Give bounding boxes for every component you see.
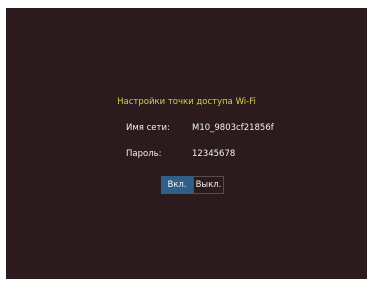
password-value: 12345678 bbox=[192, 149, 236, 159]
dialog-title: Настройки точки доступа Wi-Fi bbox=[117, 97, 256, 107]
network-name-value: M10_9803cf21856f bbox=[192, 123, 274, 133]
wifi-hotspot-settings: Настройки точки доступа Wi-Fi Имя сети: … bbox=[6, 8, 367, 279]
wifi-on-button[interactable]: Вкл. bbox=[161, 176, 193, 194]
password-label: Пароль: bbox=[126, 149, 162, 159]
network-name-label: Имя сети: bbox=[126, 123, 170, 133]
device-screen: Настройки точки доступа Wi-Fi Имя сети: … bbox=[6, 8, 367, 279]
wifi-off-button[interactable]: Выкл. bbox=[193, 176, 224, 194]
